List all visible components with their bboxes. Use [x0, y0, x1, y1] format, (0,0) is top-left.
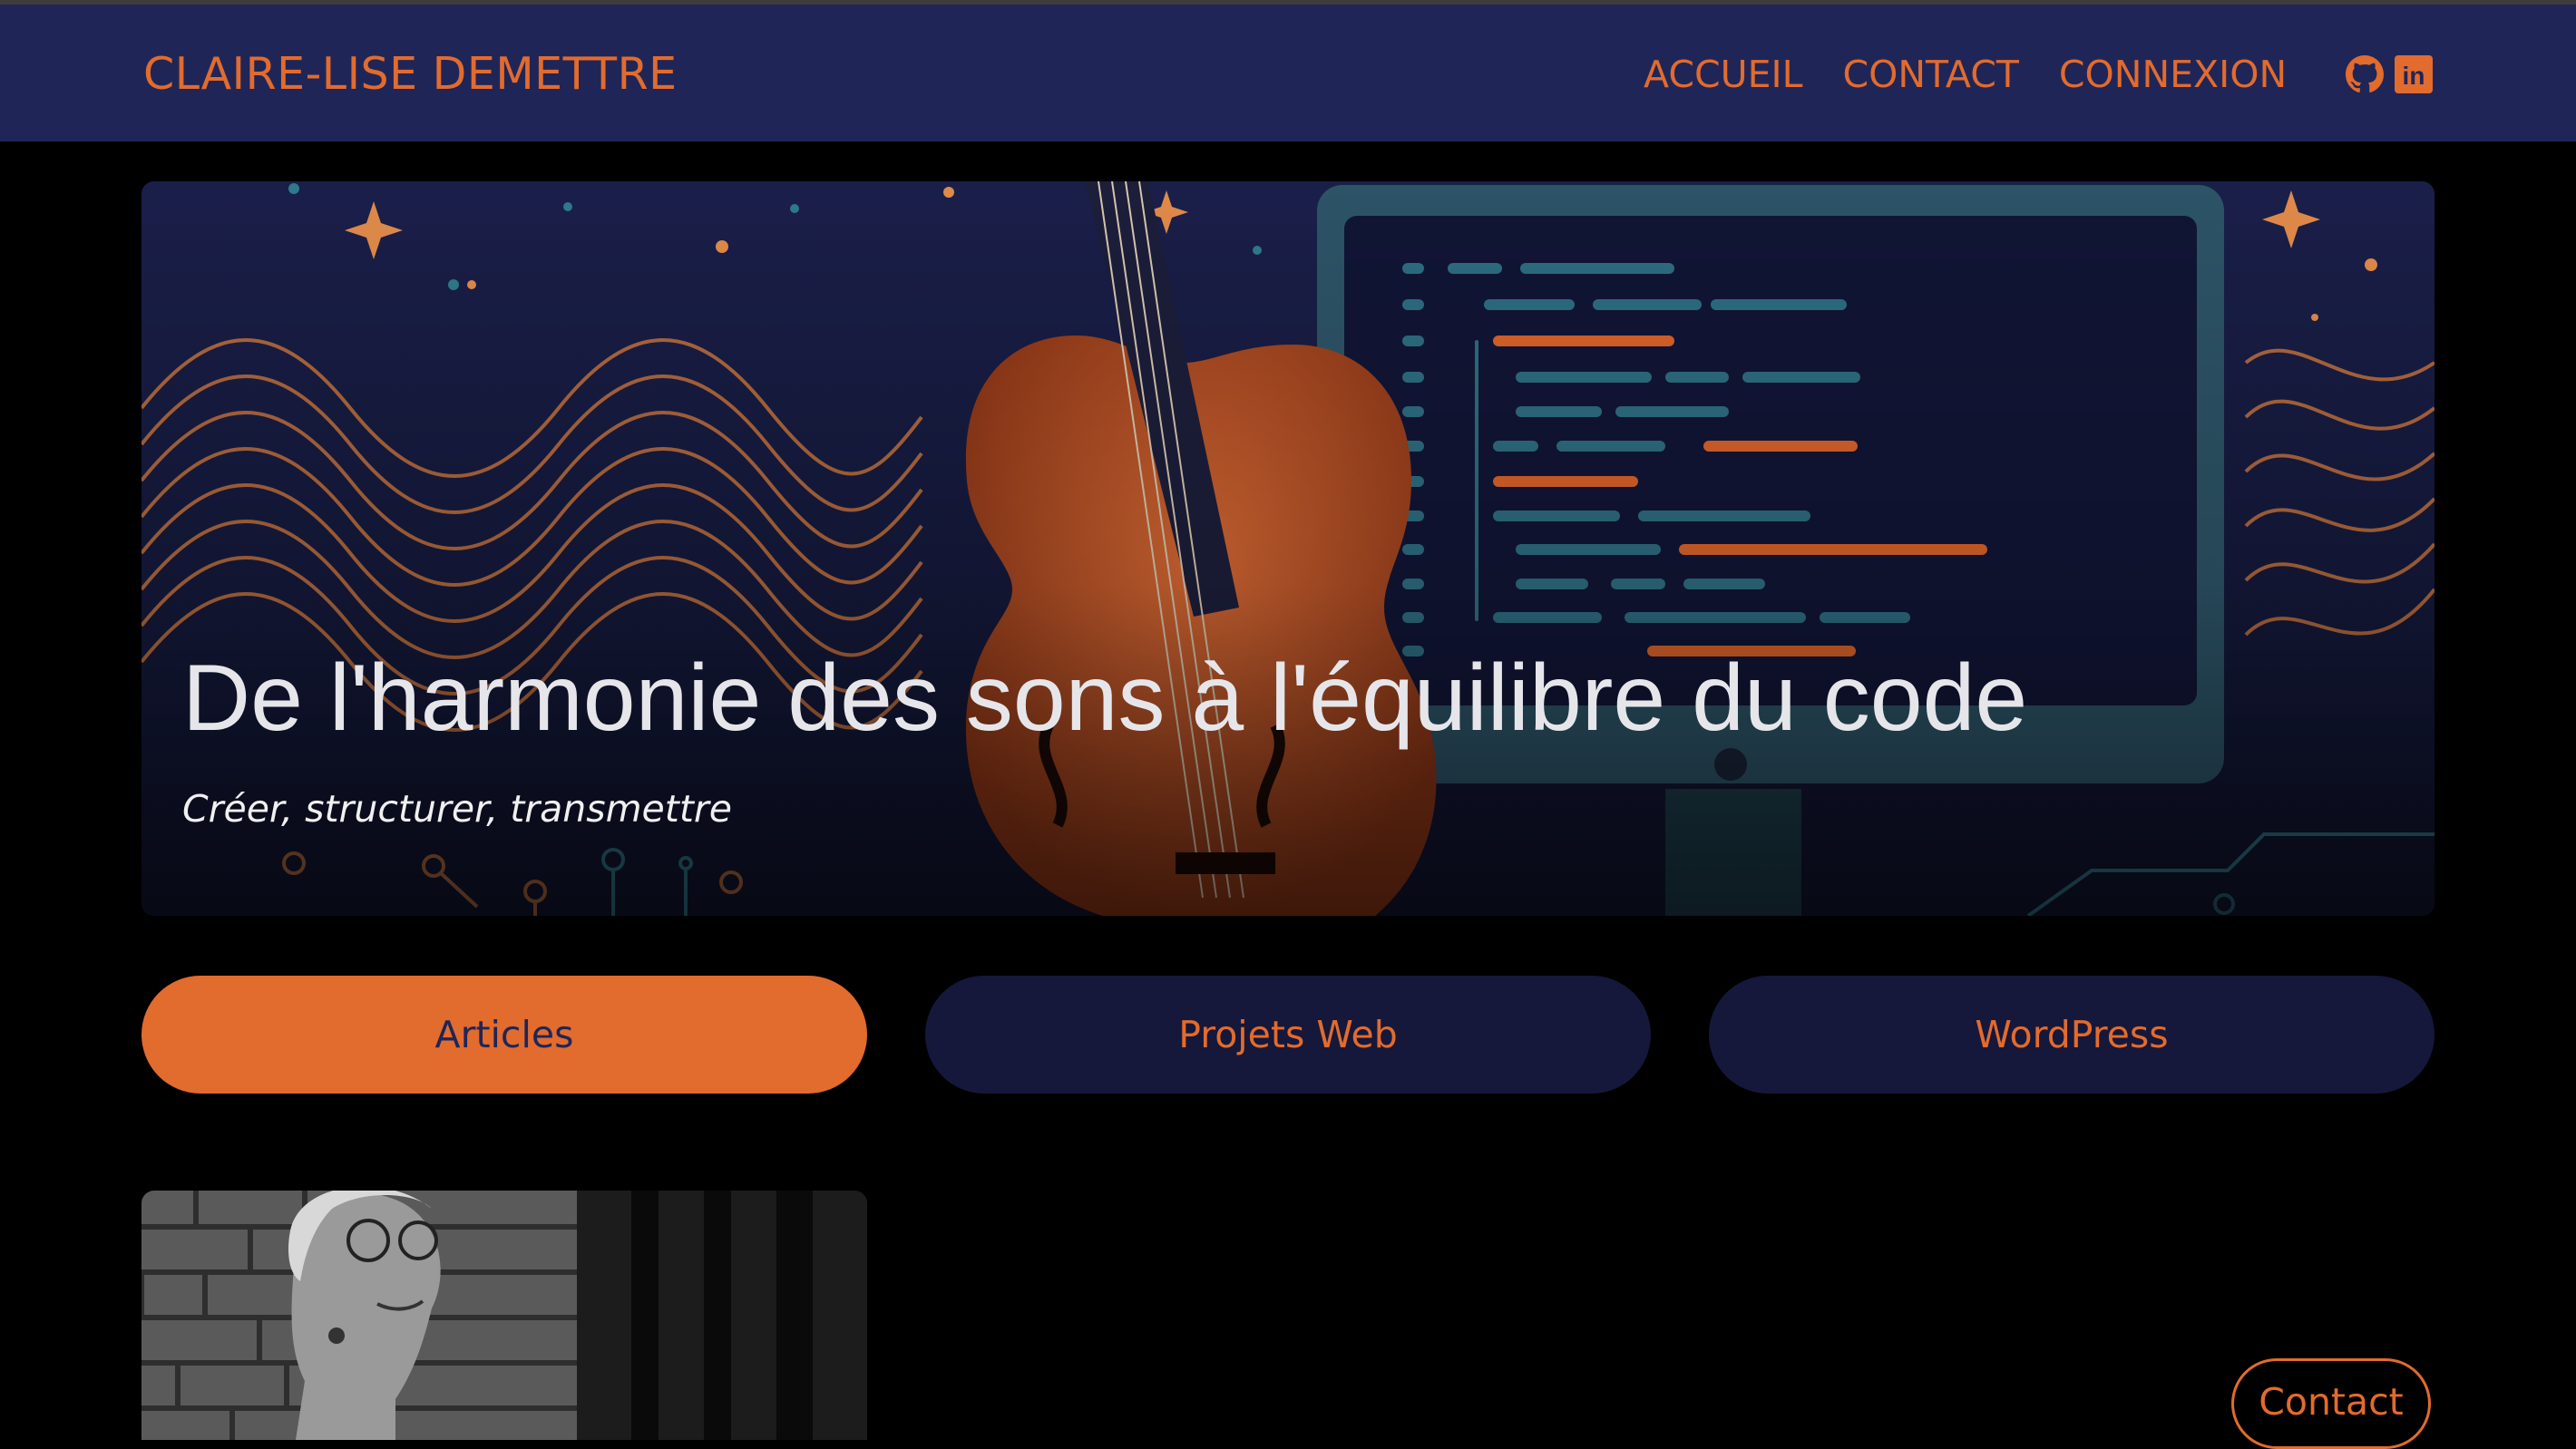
tab-wordpress[interactable]: WordPress: [1709, 976, 2435, 1094]
github-icon[interactable]: [2346, 55, 2384, 93]
nav-link-connexion[interactable]: CONNEXION: [2059, 46, 2287, 102]
category-tabs: Articles Projets Web WordPress: [141, 976, 2435, 1094]
article-card-image: [141, 1191, 867, 1440]
navbar: CLAIRE-LISE DEMETTRE ACCUEIL CONTACT CON…: [0, 5, 2576, 141]
contact-button[interactable]: Contact: [2231, 1358, 2431, 1449]
tab-articles[interactable]: Articles: [141, 976, 867, 1094]
site-brand[interactable]: CLAIRE-LISE DEMETTRE: [143, 46, 678, 102]
main-nav: ACCUEIL CONTACT CONNEXION: [1644, 46, 2287, 102]
article-card[interactable]: [141, 1191, 867, 1440]
tab-projets-web[interactable]: Projets Web: [925, 976, 1651, 1094]
hero-banner: De l'harmonie des sons à l'équilibre du …: [141, 181, 2435, 916]
hero-title: De l'harmonie des sons à l'équilibre du …: [182, 646, 2028, 751]
hero-subtitle: Créer, structurer, transmettre: [182, 787, 733, 831]
nav-link-accueil[interactable]: ACCUEIL: [1644, 46, 1802, 102]
social-links: in: [2346, 55, 2433, 93]
nav-link-contact[interactable]: CONTACT: [1842, 46, 2018, 102]
svg-text:in: in: [2403, 62, 2425, 90]
linkedin-icon[interactable]: in: [2395, 55, 2433, 93]
